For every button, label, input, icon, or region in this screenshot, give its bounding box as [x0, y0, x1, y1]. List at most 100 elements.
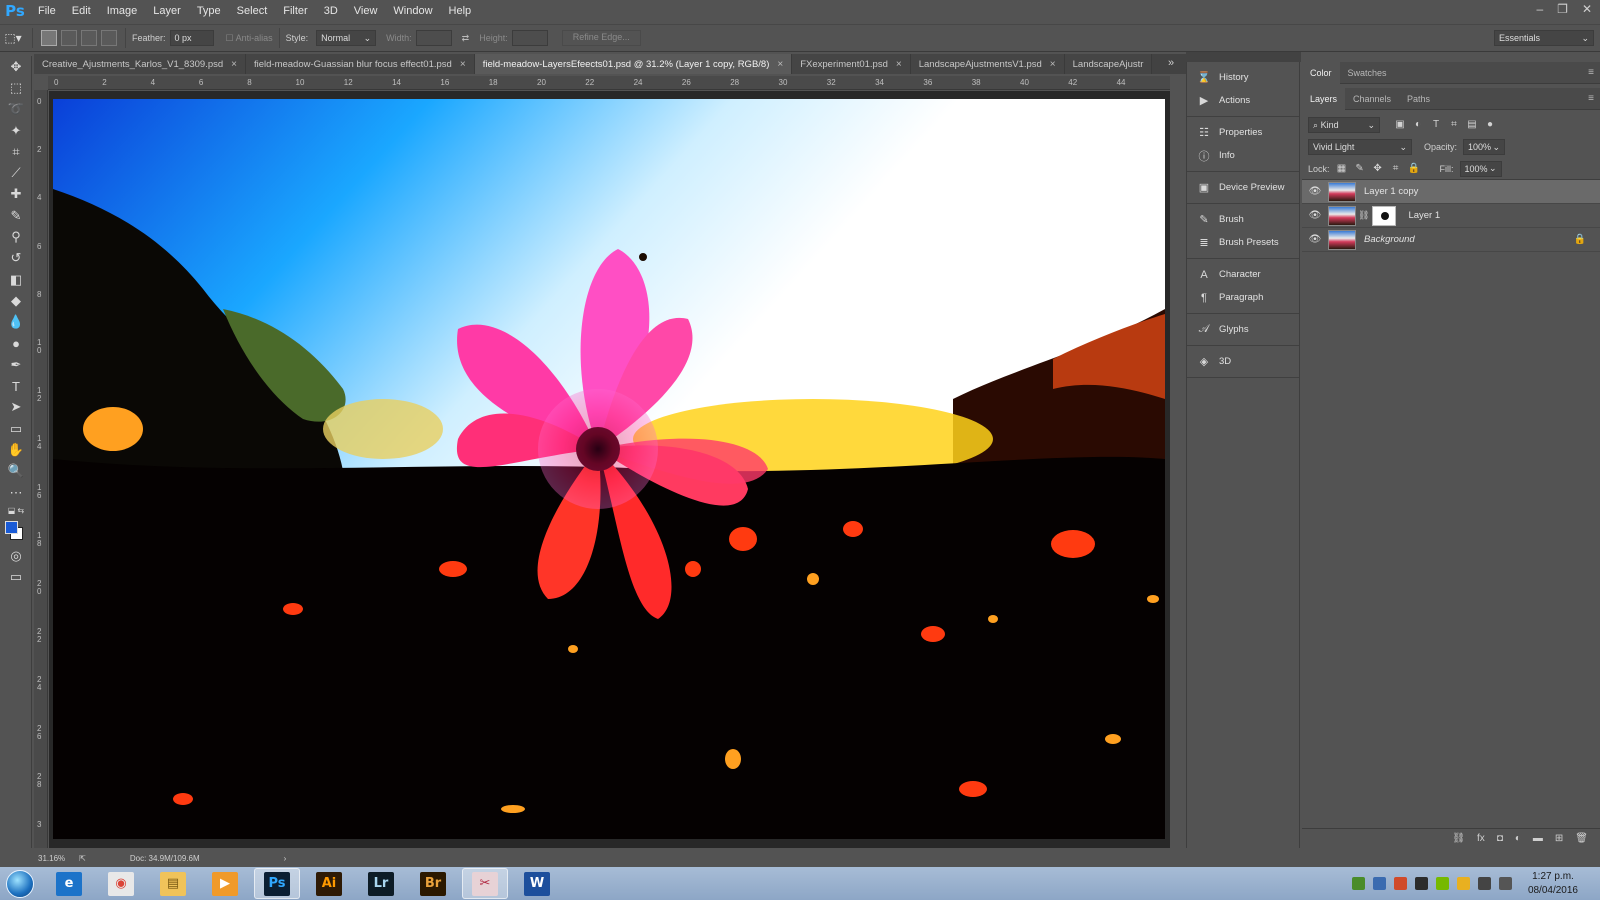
opacity-input[interactable]: 100% ⌄	[1463, 139, 1506, 155]
filter-toggle-icon[interactable]: ●	[1484, 119, 1496, 131]
close-tab-icon[interactable]: ×	[231, 59, 237, 70]
menu-3d[interactable]: 3D	[316, 5, 346, 17]
antialias-checkbox[interactable]: ☐ Anti-alias	[226, 33, 273, 44]
fx-icon[interactable]: fx	[1477, 833, 1485, 844]
taskbar-media-player[interactable]: ▶	[202, 868, 248, 899]
blur-icon[interactable]: 💧	[0, 312, 32, 333]
quick-mask-icon[interactable]: ◎	[0, 545, 32, 566]
tray-app-icon[interactable]	[1414, 877, 1428, 890]
export-icon[interactable]: ⇱	[79, 854, 86, 863]
document-image[interactable]	[53, 99, 1165, 839]
menu-window[interactable]: Window	[385, 5, 440, 17]
link-layers-icon[interactable]: ⛓	[1452, 833, 1465, 844]
tab-swatches[interactable]: Swatches	[1340, 62, 1395, 84]
zoom-level[interactable]: 31.16%	[38, 854, 65, 863]
menu-view[interactable]: View	[346, 5, 386, 17]
start-button[interactable]	[0, 867, 40, 900]
nvidia-icon[interactable]	[1435, 877, 1449, 890]
swap-dimensions-icon[interactable]: ⇄	[462, 33, 470, 44]
lasso-icon[interactable]: ➰	[0, 99, 32, 120]
panel-button-info[interactable]: ⓘ Info	[1187, 144, 1299, 167]
panel-button-glyphs[interactable]: 𝒜 Glyphs	[1187, 318, 1299, 341]
menu-edit[interactable]: Edit	[64, 5, 99, 17]
minimize-icon[interactable]: –	[1536, 2, 1543, 16]
lock-artboard-icon[interactable]: ⌗	[1390, 163, 1402, 175]
taskbar-illustrator[interactable]: Ai	[306, 868, 352, 899]
adjustment-filter-icon[interactable]: ◐	[1412, 119, 1424, 131]
pixel-filter-icon[interactable]: ▣	[1394, 119, 1406, 131]
document-tab[interactable]: field-meadow-Guassian blur focus effect0…	[245, 54, 475, 74]
marquee-tool-preset-icon[interactable]: ⬚▾	[0, 29, 26, 47]
lock-transparency-icon[interactable]: ▦	[1336, 163, 1348, 175]
menu-type[interactable]: Type	[189, 5, 229, 17]
hand-icon[interactable]: ✋	[0, 439, 32, 460]
menu-image[interactable]: Image	[99, 5, 146, 17]
visibility-eye-icon[interactable]: 👁	[1302, 186, 1328, 197]
taskbar-photoshop[interactable]: Ps	[254, 868, 300, 899]
document-tab[interactable]: FXexperiment01.psd ×	[792, 54, 911, 74]
lock-all-icon[interactable]: 🔒	[1408, 163, 1420, 175]
taskbar-bridge[interactable]: Br	[410, 868, 456, 899]
type-tool-icon[interactable]: T	[0, 375, 32, 396]
tray-app-icon[interactable]	[1393, 877, 1407, 890]
tab-overflow-icon[interactable]: »	[1168, 57, 1174, 69]
height-input[interactable]	[511, 30, 548, 46]
panel-button-device-preview[interactable]: ▣ Device Preview	[1187, 176, 1299, 199]
fill-input[interactable]: 100% ⌄	[1459, 160, 1502, 177]
new-selection-icon[interactable]	[41, 30, 57, 46]
panel-button-paragraph[interactable]: ¶ Paragraph	[1187, 286, 1299, 309]
menu-layer[interactable]: Layer	[145, 5, 189, 17]
new-group-icon[interactable]: ▬	[1533, 833, 1543, 844]
tab-color[interactable]: Color	[1302, 61, 1340, 84]
style-dropdown[interactable]: Normal ⌄	[316, 30, 377, 46]
add-selection-icon[interactable]	[61, 30, 77, 46]
layer-row[interactable]: 👁 Layer 1 copy	[1302, 180, 1600, 204]
delete-layer-icon[interactable]: 🗑	[1575, 833, 1588, 844]
panel-menu-icon[interactable]: ≡	[1588, 67, 1594, 78]
tray-app-icon[interactable]	[1351, 877, 1365, 890]
volume-icon[interactable]	[1498, 877, 1512, 890]
smart-object-filter-icon[interactable]: ▤	[1466, 119, 1478, 131]
color-swatches[interactable]	[0, 517, 32, 545]
screen-mode-icon[interactable]: ▭	[0, 567, 32, 588]
layer-mask-thumbnail[interactable]	[1372, 205, 1397, 226]
lock-position-icon[interactable]: ✥	[1372, 163, 1384, 175]
add-mask-icon[interactable]: ◘	[1497, 833, 1503, 844]
restore-icon[interactable]: ❐	[1557, 2, 1568, 16]
tray-app-icon[interactable]	[1456, 877, 1470, 890]
adjustment-layer-icon[interactable]: ◐	[1515, 833, 1521, 844]
menu-help[interactable]: Help	[441, 5, 480, 17]
intersect-selection-icon[interactable]	[101, 30, 117, 46]
subtract-selection-icon[interactable]	[81, 30, 97, 46]
brush-tool-icon[interactable]: ✎	[0, 205, 32, 226]
foreground-color-swatch[interactable]	[5, 521, 18, 535]
canvas-area[interactable]	[49, 91, 1170, 848]
mask-link-icon[interactable]: ⛓	[1358, 210, 1369, 221]
network-icon[interactable]	[1477, 877, 1491, 890]
eyedropper-icon[interactable]: ⟋	[0, 162, 32, 183]
zoom-icon[interactable]: 🔍	[0, 461, 32, 482]
eraser-icon[interactable]: ◧	[0, 269, 32, 290]
panel-button-3d[interactable]: ◈ 3D	[1187, 350, 1299, 373]
more-tools-icon[interactable]: ⋯	[0, 482, 32, 503]
document-tab[interactable]: LandscapeAjustmentsV1.psd ×	[910, 54, 1065, 74]
workspace-dropdown[interactable]: Essentials ⌄	[1494, 30, 1594, 46]
menu-file[interactable]: File	[30, 5, 64, 17]
tray-app-icon[interactable]	[1372, 877, 1386, 890]
clone-stamp-icon[interactable]: ⚲	[0, 226, 32, 247]
swap-colors-icon[interactable]: ⬓ ⇆	[0, 503, 32, 517]
layer-row[interactable]: 👁 Background 🔒	[1302, 228, 1600, 252]
menu-filter[interactable]: Filter	[275, 5, 315, 17]
move-tool-icon[interactable]: ✥	[0, 56, 32, 77]
rectangular-marquee-icon[interactable]: ⬚	[0, 77, 32, 98]
path-selection-icon[interactable]: ➤	[0, 397, 32, 418]
taskbar-chrome[interactable]: ◉	[98, 868, 144, 899]
tab-channels[interactable]: Channels	[1345, 88, 1399, 110]
magic-wand-icon[interactable]: ✦	[0, 120, 32, 141]
healing-brush-icon[interactable]: ✚	[0, 184, 32, 205]
tab-layers[interactable]: Layers	[1302, 87, 1346, 110]
history-brush-icon[interactable]: ↺	[0, 248, 32, 269]
rectangle-tool-icon[interactable]: ▭	[0, 418, 32, 439]
taskbar-snipping-tool[interactable]: ✂	[462, 868, 508, 899]
taskbar-word[interactable]: W	[514, 868, 560, 899]
